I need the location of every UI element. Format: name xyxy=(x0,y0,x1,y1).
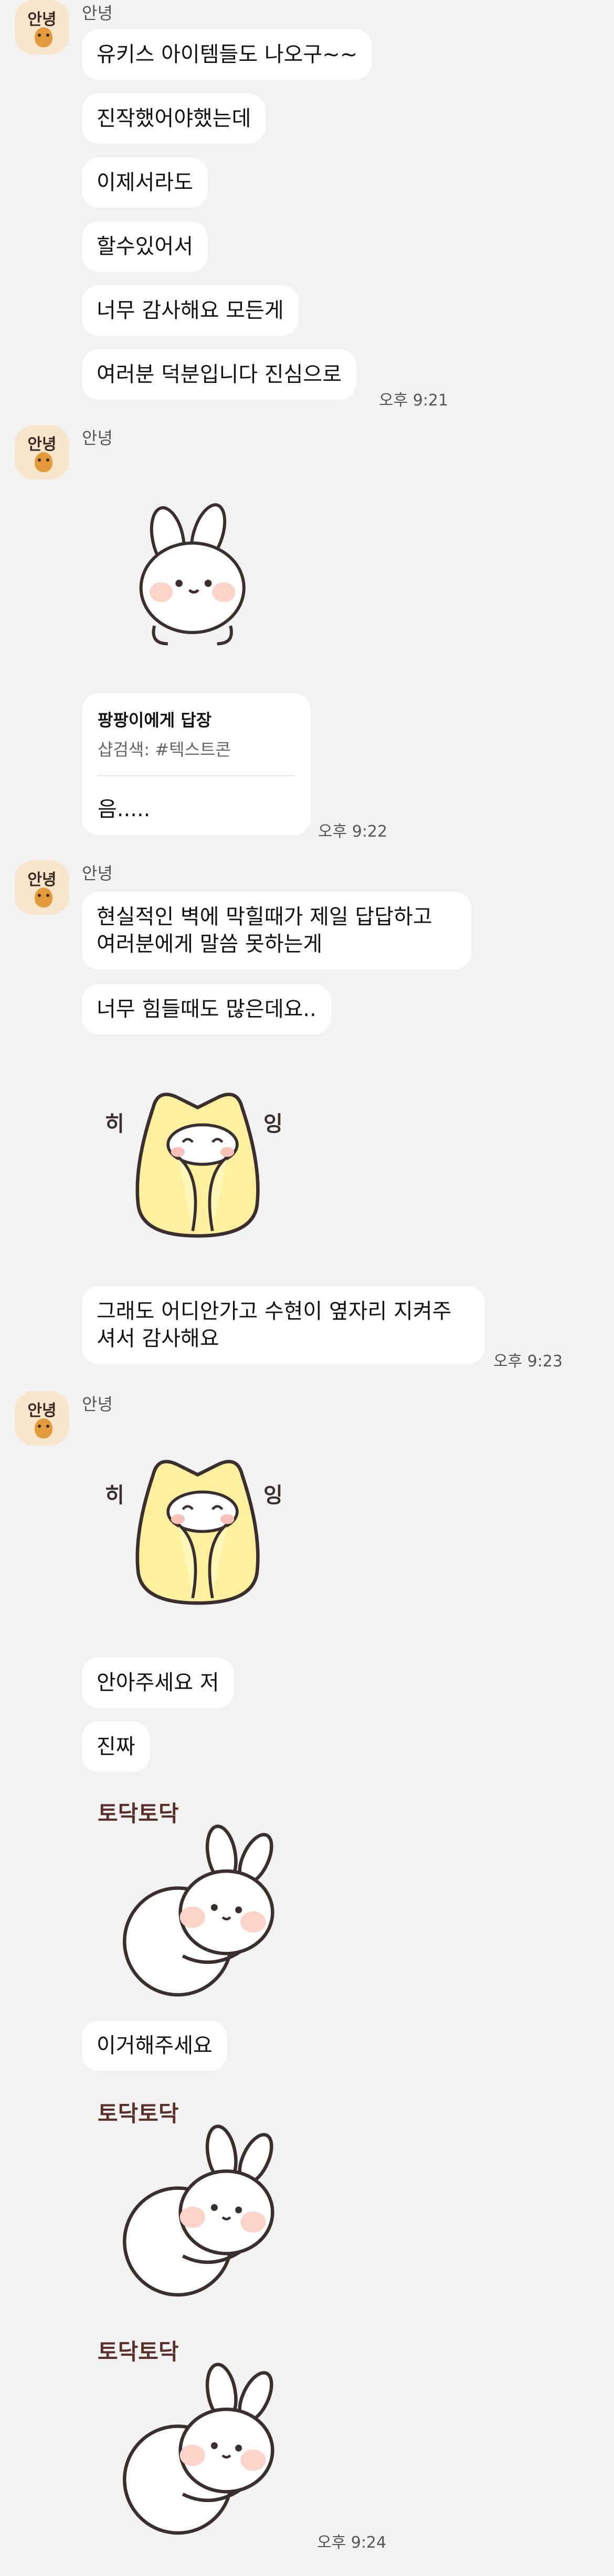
sender-name: 안녕 xyxy=(82,428,113,448)
message-bubble[interactable]: 할수있어서 xyxy=(82,221,208,272)
message-bubble[interactable]: 진짜 xyxy=(82,1722,150,1772)
reply-to-label: 팡팡이에게 답장 xyxy=(98,710,212,730)
lion-icon xyxy=(35,452,52,472)
reply-text: 음..... xyxy=(98,797,151,821)
avatar-label: 안녕 xyxy=(27,10,57,29)
timestamp: 오후 9:21 xyxy=(379,391,449,410)
timestamp: 오후 9:22 xyxy=(318,822,388,841)
reply-message[interactable]: 팡팡이에게 답장 샵검색: #텍스트콘 음..... xyxy=(82,693,311,835)
message-bubble[interactable]: 유키스 아이템들도 나오구~~ xyxy=(82,29,373,80)
message-bubble[interactable]: 현실적인 벽에 막힐때가 제일 답답하고 여러분에게 말씀 못하는게 xyxy=(82,892,471,969)
shy-yellow-sticker[interactable] xyxy=(119,1437,287,1621)
message-bubble[interactable]: 너무 힘들때도 많은데요.. xyxy=(82,984,331,1034)
avatar[interactable]: 안녕 xyxy=(15,860,69,915)
message-line: 현실적인 벽에 막힐때가 제일 답답하고 xyxy=(97,905,432,929)
avatar-label: 안녕 xyxy=(27,1402,57,1420)
message-line: 그래도 어디안가고 수현이 옆자리 지켜주 xyxy=(97,1299,452,1323)
avatar[interactable]: 안녕 xyxy=(15,0,69,55)
reply-quote: 샵검색: #텍스트콘 xyxy=(98,740,231,760)
message-bubble[interactable]: 이거해주세요 xyxy=(82,2021,227,2071)
avatar-label: 안녕 xyxy=(27,871,57,889)
sticker-text: 히 xyxy=(105,1483,124,1508)
bunny-sticker[interactable] xyxy=(119,498,271,650)
avatar[interactable]: 안녕 xyxy=(15,1391,69,1446)
lion-icon xyxy=(35,888,52,907)
lion-icon xyxy=(35,27,52,47)
sender-name: 안녕 xyxy=(82,3,113,23)
sticker-text: 히 xyxy=(105,1112,124,1136)
sticker-text: 잉 xyxy=(263,1112,283,1136)
message-line: 셔서 감사해요 xyxy=(97,1327,219,1351)
hug-bunny-sticker[interactable] xyxy=(108,2358,287,2552)
reply-divider xyxy=(98,775,295,776)
lion-icon xyxy=(35,1418,52,1438)
avatar[interactable]: 안녕 xyxy=(15,425,69,479)
message-bubble[interactable]: 그래도 어디안가고 수현이 옆자리 지켜주 셔서 감사해요 xyxy=(82,1286,485,1364)
sticker-text: 잉 xyxy=(263,1483,283,1508)
message-bubble[interactable]: 너무 감사해요 모든게 xyxy=(82,285,299,336)
shy-yellow-sticker[interactable] xyxy=(119,1070,287,1254)
timestamp: 오후 9:24 xyxy=(317,2534,387,2552)
message-bubble[interactable]: 여러분 덕분입니다 진심으로 xyxy=(82,349,357,400)
message-bubble[interactable]: 이제서라도 xyxy=(82,157,208,208)
hug-bunny-sticker[interactable] xyxy=(108,1820,287,2014)
hug-bunny-sticker[interactable] xyxy=(108,2120,287,2314)
timestamp: 오후 9:23 xyxy=(493,1352,563,1371)
message-bubble[interactable]: 진작했어야했는데 xyxy=(82,93,266,144)
avatar-label: 안녕 xyxy=(27,435,57,454)
sender-name: 안녕 xyxy=(82,863,113,883)
message-line: 여러분에게 말씀 못하는게 xyxy=(97,932,323,956)
message-bubble[interactable]: 안아주세요 저 xyxy=(82,1658,234,1708)
sender-name: 안녕 xyxy=(82,1394,113,1414)
